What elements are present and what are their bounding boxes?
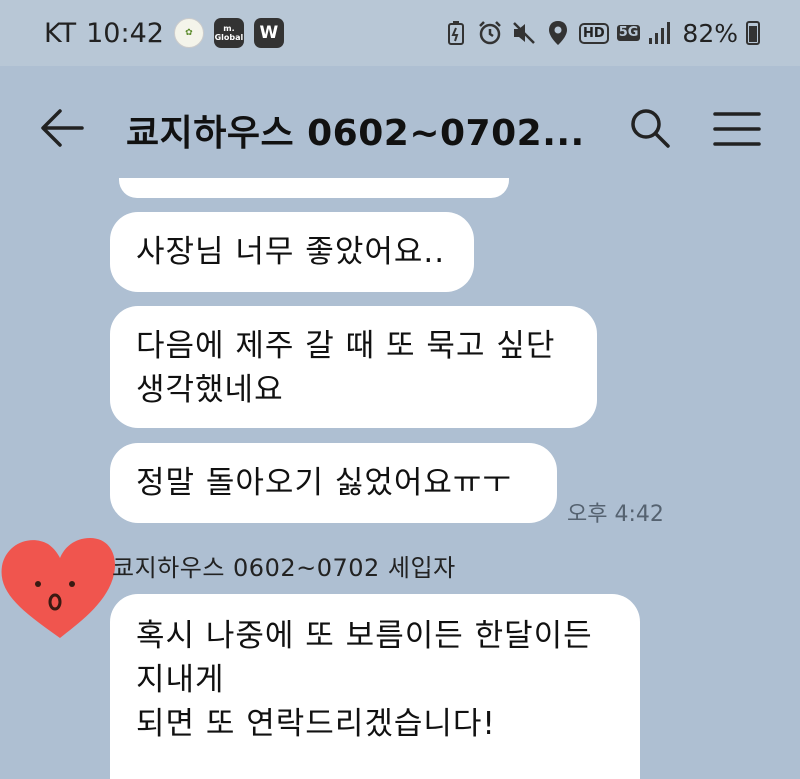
status-bar: KT 10:42 ✿ m. Global W HD 5G 82% [0, 0, 800, 66]
network-5g-icon: 5G [616, 25, 641, 41]
message-text: 사장님 너무 좋았어요.. [136, 234, 446, 270]
carrier-label: KT [44, 17, 77, 49]
heart-face-icon [1, 538, 115, 638]
m-global-icon: m. Global [213, 18, 244, 48]
message-timestamp: 오후 4:42 [567, 502, 664, 527]
arrow-left-icon [41, 109, 84, 147]
message-text-line: 혹시 나중에 또 보름이든 한달이든 [136, 618, 593, 654]
mute-icon [511, 19, 537, 47]
message-text-line: 되면 또 연락드리겠습니다! [136, 706, 496, 742]
w-app-icon: W [253, 18, 284, 48]
sender-name[interactable]: 쿄지하우스 0602~0702 세입자 [112, 548, 456, 583]
message-text-line: 지내게 [136, 662, 225, 698]
message-bubble[interactable]: 다음에 제주 갈 때 또 묵고 싶단 생각했네요 [110, 306, 597, 428]
battery-icon [746, 21, 760, 45]
status-left: KT 10:42 ✿ m. Global W [44, 18, 284, 49]
clock: 10:42 [86, 17, 164, 49]
app-notification-icon: ✿ [173, 18, 204, 48]
message-text-line: 생각했네요 [136, 372, 284, 408]
chat-header: 쿄지하우스 0602~0702... [0, 66, 800, 188]
message-text: 정말 돌아오기 싫었어요ㅠㅜ [136, 465, 512, 501]
incoming-message-bubble[interactable]: 혹시 나중에 또 보름이든 한달이든 지내게 되면 또 연락드리겠습니다! [110, 594, 640, 779]
message-text-line: 다음에 제주 갈 때 또 묵고 싶단 [136, 328, 556, 364]
message-bubble[interactable]: 사장님 너무 좋았어요.. [110, 212, 474, 292]
search-button[interactable] [628, 106, 672, 150]
alarm-icon [477, 19, 503, 47]
previous-message-bubble [119, 178, 509, 198]
sender-avatar[interactable] [0, 530, 118, 642]
search-icon [631, 109, 670, 148]
signal-icon [648, 19, 674, 47]
battery-percent: 82% [682, 18, 738, 48]
hd-voice-icon: HD [579, 22, 609, 44]
hamburger-menu-icon [713, 112, 761, 146]
status-right: HD 5G 82% [443, 19, 760, 48]
location-icon [545, 19, 571, 47]
chat-title[interactable]: 쿄지하우스 0602~0702... [126, 104, 585, 156]
message-bubble[interactable]: 정말 돌아오기 싫었어요ㅠㅜ [110, 443, 557, 523]
menu-button[interactable] [712, 110, 762, 148]
battery-saver-icon [443, 19, 469, 47]
back-button[interactable] [38, 106, 86, 150]
